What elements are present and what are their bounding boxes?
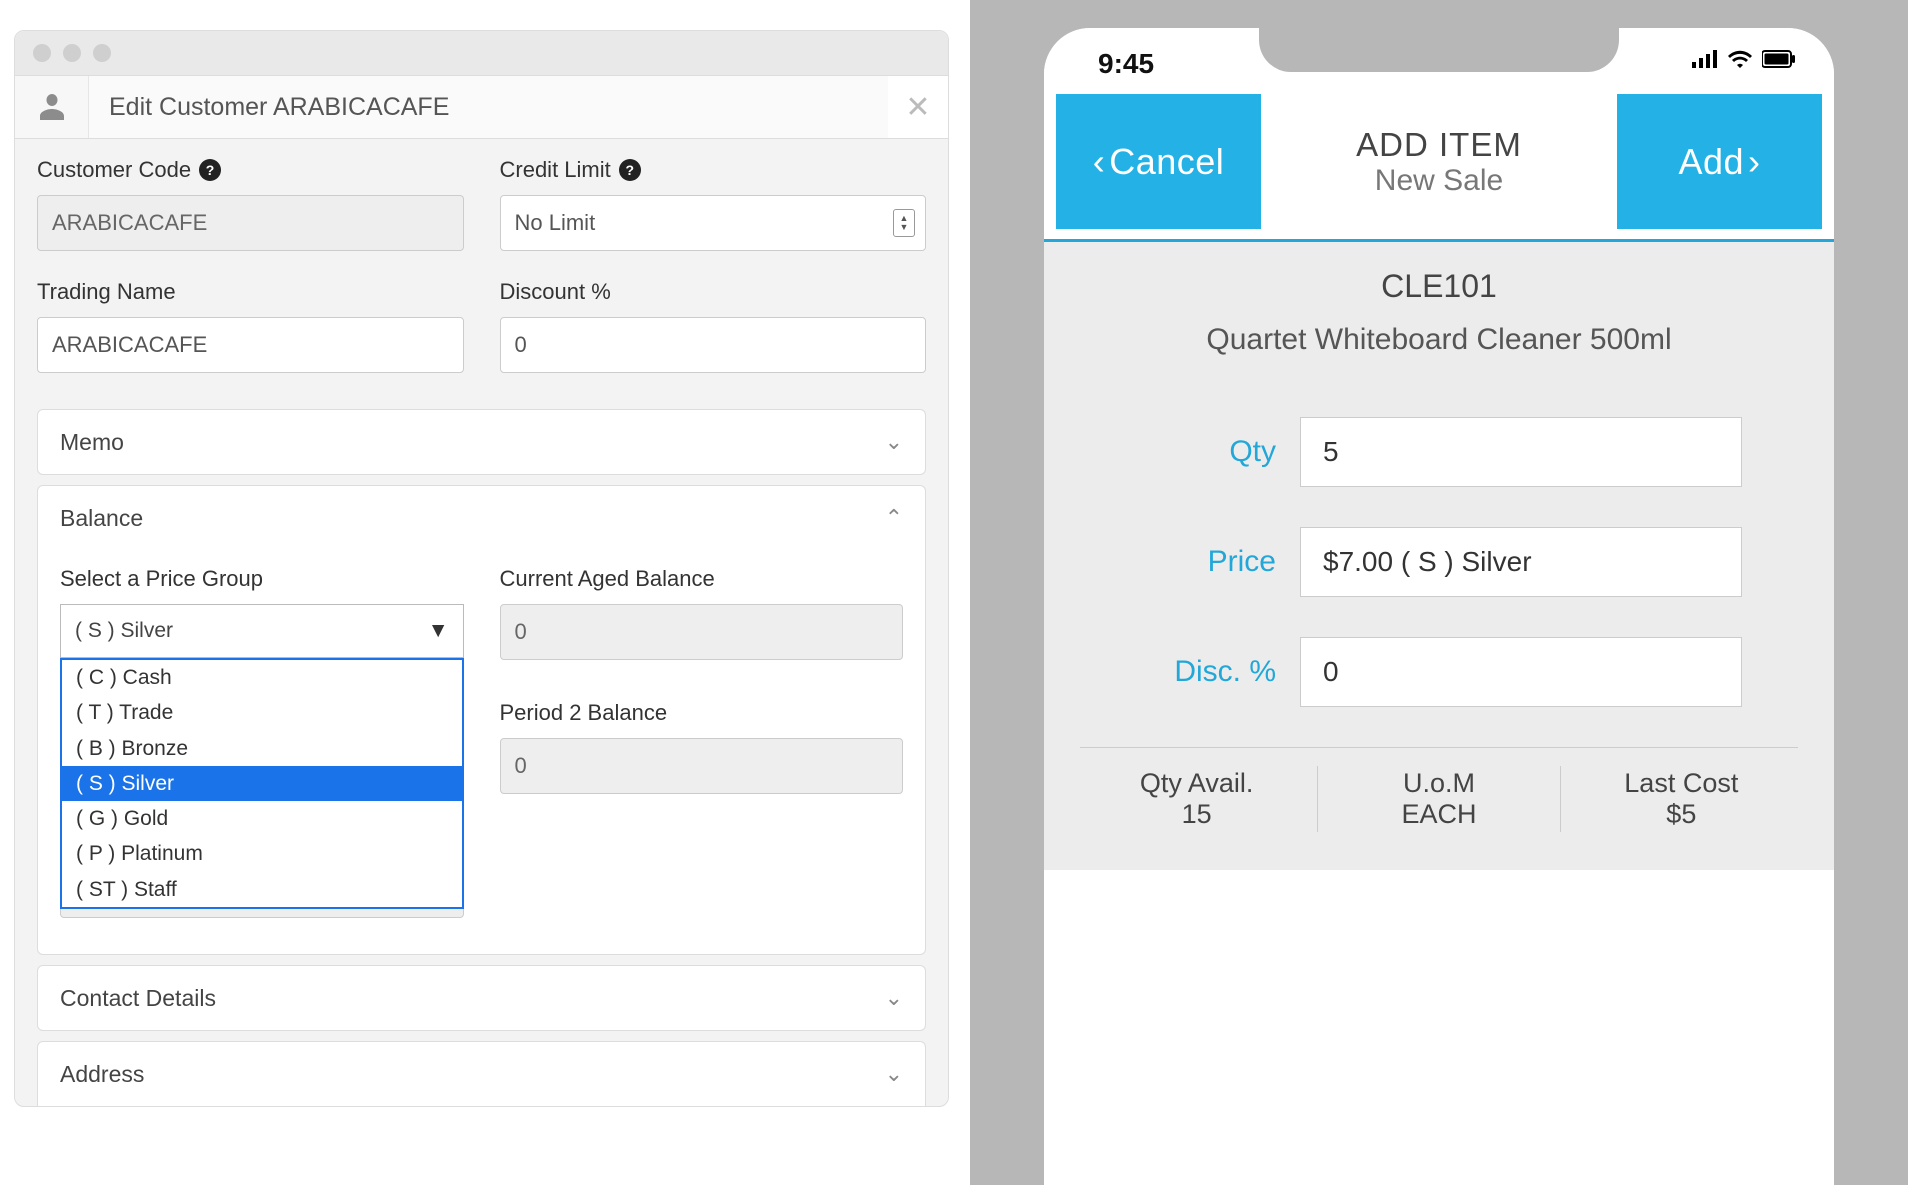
add-label: Add — [1678, 141, 1744, 183]
price-group-select[interactable]: ( S ) Silver ▼ ( C ) Cash ( T ) Trade ( … — [60, 604, 464, 658]
credit-limit-label: Credit Limit — [500, 157, 611, 183]
uom-value: EACH — [1324, 799, 1553, 830]
contact-accordion[interactable]: Contact Details ⌄ — [38, 966, 925, 1030]
mac-dot-red[interactable] — [33, 44, 51, 62]
price-input[interactable]: $7.00 ( S ) Silver — [1300, 527, 1742, 597]
price-group-label: Select a Price Group — [60, 566, 464, 592]
address-accordion[interactable]: Address ⌄ — [38, 1042, 925, 1106]
help-icon[interactable]: ? — [619, 159, 641, 181]
qty-avail-value: 15 — [1082, 799, 1311, 830]
lastcost-value: $5 — [1567, 799, 1796, 830]
status-time: 9:45 — [1098, 48, 1154, 80]
lastcost-label: Last Cost — [1567, 768, 1796, 799]
cancel-label: Cancel — [1109, 141, 1224, 183]
chevron-up-icon: ⌃ — [885, 505, 903, 531]
price-group-option[interactable]: ( G ) Gold — [62, 801, 462, 836]
chevron-down-icon: ⌄ — [885, 1061, 903, 1087]
price-label: Price — [1136, 545, 1276, 579]
discount-input[interactable]: 0 — [500, 317, 927, 373]
qty-input[interactable]: 5 — [1300, 417, 1742, 487]
close-icon[interactable]: ✕ — [888, 76, 948, 138]
price-group-selected: ( S ) Silver — [75, 619, 173, 643]
item-code: CLE101 — [1066, 268, 1812, 305]
phone-mock: 9:45 ‹ Cancel — [1044, 28, 1834, 1185]
caret-down-icon: ▼ — [428, 619, 449, 643]
user-icon — [15, 76, 89, 138]
current-aged-label: Current Aged Balance — [500, 566, 904, 592]
screen-title: ADD ITEM — [1356, 126, 1522, 164]
disc-input[interactable]: 0 — [1300, 637, 1742, 707]
current-aged-input: 0 — [500, 604, 904, 660]
add-button[interactable]: Add › — [1617, 94, 1822, 229]
period2-input: 0 — [500, 738, 904, 794]
discount-label: Discount % — [500, 279, 927, 305]
price-group-dropdown: ( C ) Cash ( T ) Trade ( B ) Bronze ( S … — [60, 658, 464, 909]
cancel-button[interactable]: ‹ Cancel — [1056, 94, 1261, 229]
credit-limit-value: No Limit — [515, 210, 596, 236]
trading-name-input[interactable]: ARABICACAFE — [37, 317, 464, 373]
uom-label: U.o.M — [1324, 768, 1553, 799]
credit-limit-input[interactable]: No Limit ▲▼ — [500, 195, 927, 251]
item-name: Quartet Whiteboard Cleaner 500ml — [1066, 323, 1812, 357]
status-icons — [1692, 50, 1796, 68]
wifi-icon — [1728, 50, 1752, 68]
customer-code-input: ARABICACAFE — [37, 195, 464, 251]
chevron-right-icon: › — [1748, 141, 1761, 183]
help-icon[interactable]: ? — [199, 159, 221, 181]
signal-icon — [1692, 50, 1718, 68]
trading-name-label: Trading Name — [37, 279, 464, 305]
contact-label: Contact Details — [60, 985, 216, 1012]
price-group-option[interactable]: ( B ) Bronze — [62, 731, 462, 766]
window-chrome — [15, 31, 948, 75]
balance-label: Balance — [60, 505, 143, 532]
memo-label: Memo — [60, 429, 124, 456]
edit-customer-modal: Edit Customer ARABICACAFE ✕ Customer Cod… — [14, 30, 949, 1107]
mac-dot-green[interactable] — [93, 44, 111, 62]
spinner-icon[interactable]: ▲▼ — [893, 209, 915, 237]
price-group-option-selected[interactable]: ( S ) Silver — [62, 766, 462, 801]
phone-notch — [1259, 28, 1619, 72]
price-group-option[interactable]: ( C ) Cash — [62, 660, 462, 695]
customer-code-label: Customer Code — [37, 157, 191, 183]
balance-accordion[interactable]: Balance ⌃ — [38, 486, 925, 550]
price-group-option[interactable]: ( ST ) Staff — [62, 872, 462, 907]
period2-label: Period 2 Balance — [500, 700, 904, 726]
chevron-left-icon: ‹ — [1093, 141, 1106, 183]
memo-accordion[interactable]: Memo ⌄ — [38, 410, 925, 474]
mac-dot-yellow[interactable] — [63, 44, 81, 62]
chevron-down-icon: ⌄ — [885, 429, 903, 455]
address-label: Address — [60, 1061, 144, 1088]
price-group-option[interactable]: ( P ) Platinum — [62, 836, 462, 871]
screen-subtitle: New Sale — [1375, 164, 1503, 198]
chevron-down-icon: ⌄ — [885, 985, 903, 1011]
battery-icon — [1762, 50, 1796, 68]
qty-label: Qty — [1136, 435, 1276, 469]
disc-label: Disc. % — [1136, 655, 1276, 689]
modal-title: Edit Customer ARABICACAFE — [89, 76, 888, 138]
divider — [1080, 747, 1798, 748]
price-group-option[interactable]: ( T ) Trade — [62, 695, 462, 730]
qty-avail-label: Qty Avail. — [1082, 768, 1311, 799]
